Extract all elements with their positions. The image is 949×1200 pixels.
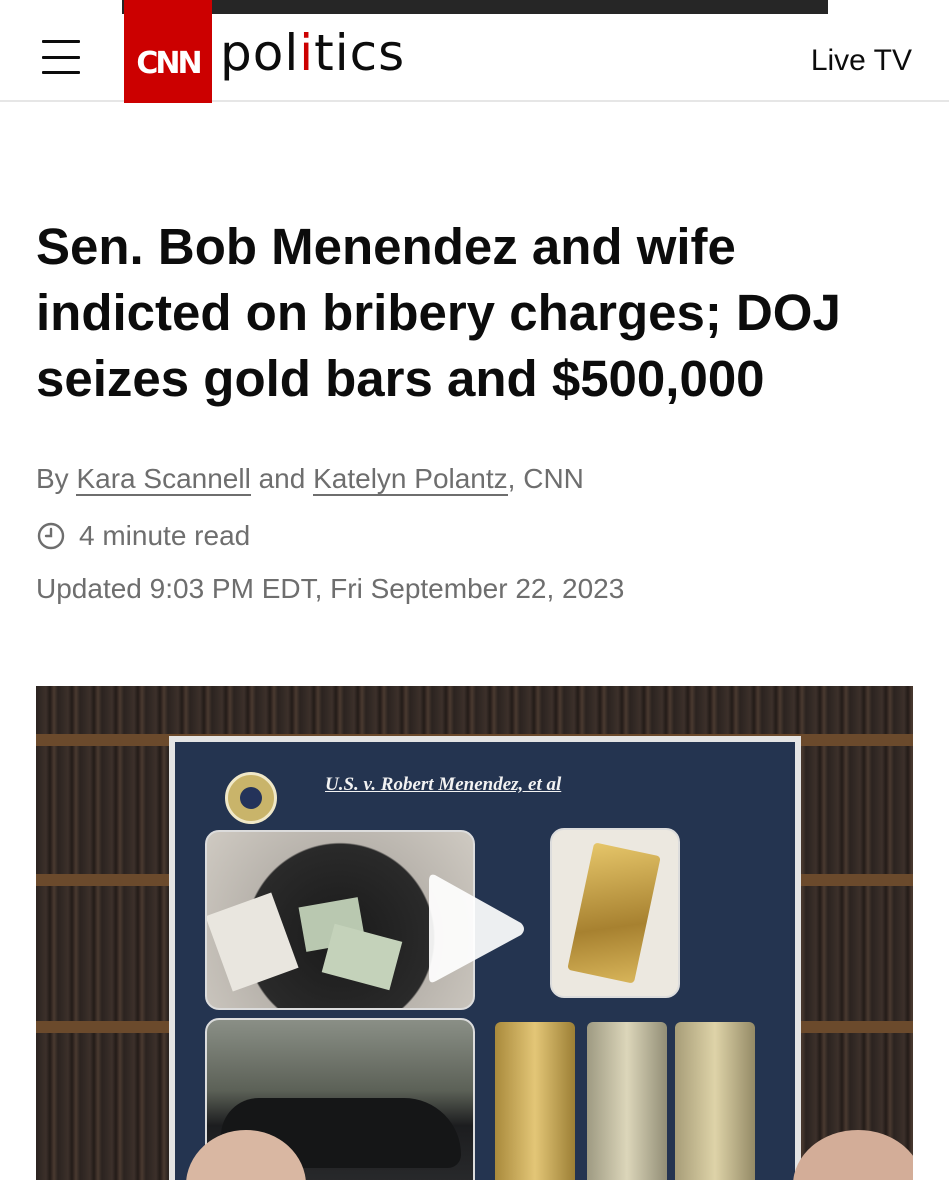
read-time-text: 4 minute read <box>79 520 251 551</box>
section-title[interactable]: politics <box>220 24 405 82</box>
section-title-prefix: pol <box>220 24 300 82</box>
gold-bar-image <box>587 1022 667 1180</box>
play-icon[interactable] <box>427 869 527 989</box>
board-title: U.S. v. Robert Menendez, et al <box>325 774 562 795</box>
menu-icon[interactable] <box>42 40 80 74</box>
byline-prefix: By <box>36 463 69 494</box>
live-tv-link[interactable]: Live TV <box>811 44 912 78</box>
top-strip <box>122 0 828 14</box>
clock-icon <box>37 522 65 550</box>
section-title-i: i <box>299 24 315 82</box>
gold-bar-image <box>495 1022 575 1180</box>
gold-bar-photo <box>550 828 680 998</box>
gold-bar-image <box>675 1022 755 1180</box>
byline-joiner: and <box>258 463 306 494</box>
byline-suffix: , CNN <box>507 463 584 494</box>
site-header: CNN politics Live TV <box>0 0 949 103</box>
cnn-logo-text: CNN <box>136 46 202 81</box>
doj-seal-icon <box>225 772 277 824</box>
updated-timestamp: Updated 9:03 PM EDT, Fri September 22, 2… <box>36 573 625 604</box>
byline: By Kara Scannell and Katelyn Polantz, CN… <box>36 463 584 496</box>
section-title-suffix: tics <box>314 24 406 82</box>
author-link-2[interactable]: Katelyn Polantz <box>313 463 508 496</box>
read-time: 4 minute read <box>36 520 250 552</box>
author-link-1[interactable]: Kara Scannell <box>76 463 251 496</box>
video-player[interactable]: U.S. v. Robert Menendez, et al <box>36 686 913 1180</box>
cnn-logo[interactable]: CNN <box>124 0 212 103</box>
article-headline: Sen. Bob Menendez and wife indicted on b… <box>36 218 841 407</box>
